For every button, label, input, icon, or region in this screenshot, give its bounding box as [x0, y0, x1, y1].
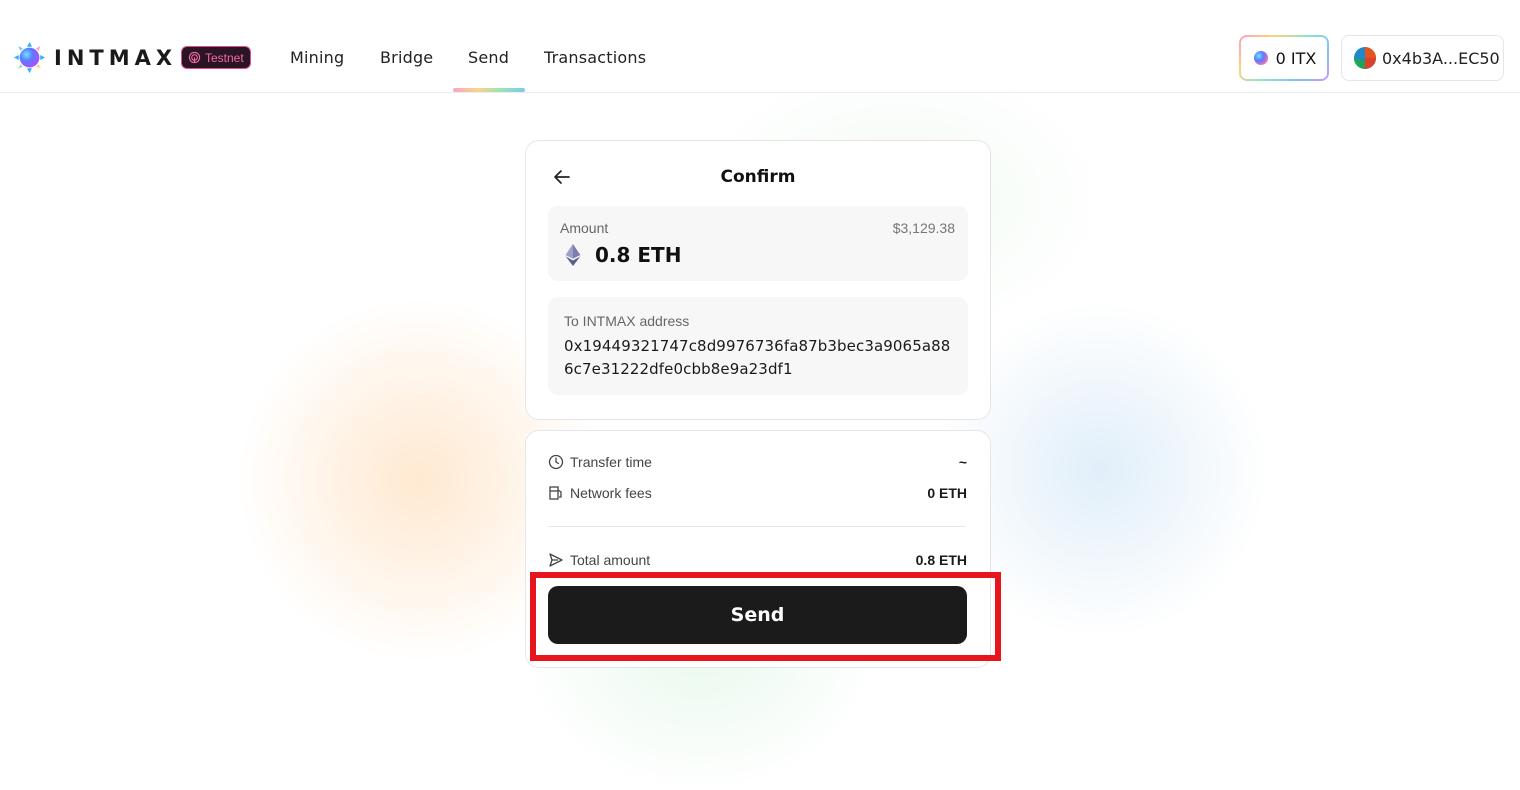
- nav-bridge[interactable]: Bridge: [380, 48, 433, 67]
- fuel-pump-icon: [549, 486, 562, 500]
- amount-value: 0.8 ETH: [595, 243, 682, 267]
- confirm-title: Confirm: [720, 167, 796, 187]
- transfer-time-value: ~: [958, 454, 967, 470]
- fingerprint-icon: [188, 51, 201, 64]
- network-fees-value: 0 ETH: [927, 485, 967, 501]
- logo[interactable]: INTMAX: [13, 41, 193, 74]
- active-nav-indicator: [453, 88, 525, 92]
- amount-usd-value: $3,129.38: [892, 220, 955, 236]
- top-navigation-bar: INTMAX Testnet Mining Bridge Send Transa…: [0, 0, 1520, 93]
- send-arrow-icon: [549, 553, 563, 567]
- wallet-address-button[interactable]: 0x4b3A...EC50: [1341, 35, 1504, 81]
- itx-token-icon: [1253, 51, 1268, 65]
- wallet-address-label: 0x4b3A...EC50: [1382, 48, 1500, 68]
- itx-balance-button[interactable]: 0 ITX: [1239, 35, 1329, 81]
- ethereum-icon: [565, 244, 581, 266]
- recipient-label: To INTMAX address: [564, 313, 690, 329]
- recipient-address-line-1: 0x19449321747c8d9976736fa87b3bec3a9065a8…: [564, 337, 951, 355]
- network-fees-label: Network fees: [570, 485, 652, 501]
- itx-balance-label: 0 ITX: [1275, 48, 1317, 68]
- send-button[interactable]: Send: [548, 586, 967, 644]
- transfer-time-label: Transfer time: [570, 454, 652, 470]
- recipient-address-line-2: 6c7e31222dfe0cbb8e9a23df1: [564, 360, 793, 378]
- nav-send[interactable]: Send: [468, 48, 509, 67]
- total-amount-value: 0.8 ETH: [915, 552, 967, 568]
- nav-transactions[interactable]: Transactions: [544, 48, 646, 67]
- amount-label: Amount: [560, 220, 609, 236]
- testnet-label: Testnet: [205, 50, 244, 65]
- logo-text: INTMAX: [54, 45, 178, 70]
- intmax-logo-icon: [13, 41, 46, 74]
- summary-divider: [548, 526, 966, 527]
- total-amount-label: Total amount: [570, 552, 651, 568]
- testnet-badge: Testnet: [181, 46, 251, 69]
- clock-icon: [548, 454, 564, 470]
- nav-mining[interactable]: Mining: [290, 48, 344, 67]
- wallet-avatar-icon: [1354, 47, 1376, 69]
